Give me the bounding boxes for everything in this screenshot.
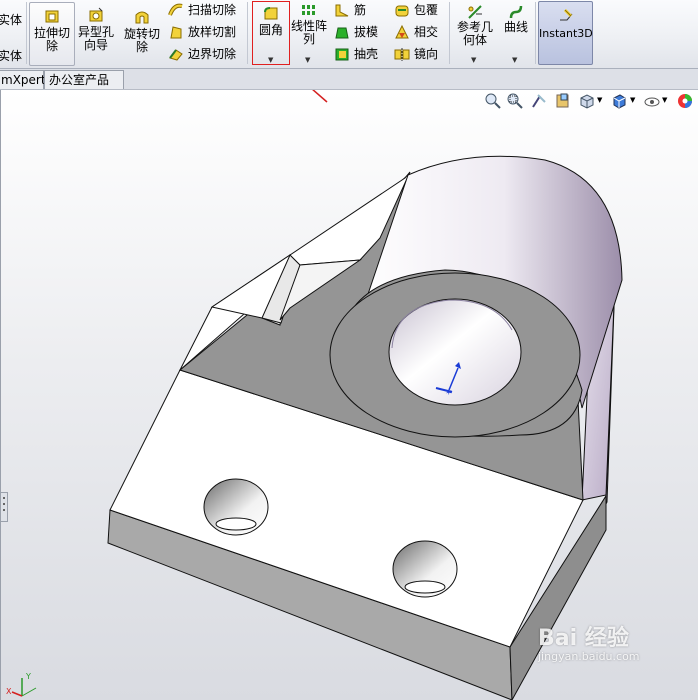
instant3d-toggle[interactable]: Instant3D [538, 1, 593, 65]
intersect-label: 相交 [414, 25, 439, 39]
baidu-watermark: Bai 经验 jingyan.baidu.com [538, 620, 698, 663]
curves-icon [508, 4, 524, 20]
reference-triad: Y X [6, 672, 37, 697]
graphics-area[interactable]: ▼ ▼ ▼ ✶ Y X Bai 经验 jingyan.baidu.com [0, 90, 698, 700]
draft-label: 拔模 [354, 25, 379, 39]
mirror-icon [394, 46, 410, 62]
instant3d-icon [558, 8, 574, 24]
watermark-subtext: jingyan.baidu.com [538, 650, 640, 663]
hole-wizard-label: 异型孔 向导 [77, 25, 114, 52]
boundary-cut-button[interactable]: 边界切除 [168, 44, 236, 64]
svg-text:✶: ✶ [445, 388, 453, 398]
part-model-3d[interactable]: ✶ Y X [0, 90, 698, 700]
hole-wizard-icon [88, 7, 104, 23]
curves-label: 曲线 [503, 20, 528, 34]
triad-x-label: X [6, 687, 12, 696]
base-hole-left [203, 478, 269, 536]
base-hole-right [392, 540, 458, 598]
lofted-cut-button[interactable]: 放样切割 [168, 22, 236, 42]
tab-simulationxpert[interactable]: mXpert [0, 70, 46, 89]
ribbon-separator [247, 2, 248, 64]
linear-pattern-label: 线性阵 列 [290, 19, 327, 46]
ribbon-separator [535, 2, 536, 64]
swept-cut-button[interactable]: 扫描切除 [168, 0, 236, 20]
revolve-cut-label: 旋转切 除 [123, 27, 160, 54]
swept-cut-label: 扫描切除 [188, 3, 237, 17]
annotation-arrow [312, 90, 328, 103]
rib-button[interactable]: 筋 [334, 0, 366, 20]
mirror-label: 镜向 [414, 47, 439, 61]
reference-geometry-icon [467, 4, 483, 20]
ribbon-separator [26, 2, 27, 64]
instant3d-label: Instant3D [539, 27, 593, 40]
lofted-cut-icon [168, 24, 184, 40]
curves-button[interactable]: 曲线 ▼ [500, 2, 532, 64]
ribbon-partial-label-1[interactable]: 实体 [0, 10, 22, 30]
reference-geometry-label: 参考几 何体 [456, 20, 493, 47]
wrap-label: 包覆 [414, 3, 439, 17]
lofted-cut-label: 放样切割 [188, 25, 237, 39]
intersect-icon [394, 24, 410, 40]
ribbon-partial-label-2[interactable]: 实体 [0, 46, 22, 66]
draft-button[interactable]: 拔模 [334, 22, 378, 42]
draft-icon [334, 24, 350, 40]
command-manager-tabs: mXpert 办公室产品 [0, 69, 698, 90]
linear-pattern-icon [301, 4, 317, 20]
wrap-icon [394, 2, 410, 18]
feature-ribbon: 实体 实体 拉伸切 除 异型孔 向导 旋转切 除 扫描切除 放样切割 边界切除 [0, 0, 698, 69]
hole-wizard-button[interactable]: 异型孔 向导 [76, 2, 116, 64]
revolve-cut-button[interactable]: 旋转切 除 [120, 2, 164, 64]
fillet-dropdown-icon[interactable]: ▼ [268, 54, 273, 67]
fillet-label: 圆角 [258, 23, 283, 37]
rib-label: 筋 [354, 3, 367, 17]
boss-bore [388, 298, 522, 406]
reference-geometry-dropdown-icon[interactable]: ▼ [471, 54, 476, 67]
triad-y-label: Y [25, 672, 31, 681]
linear-pattern-dropdown-icon[interactable]: ▼ [305, 54, 310, 67]
fillet-button[interactable]: 圆角 ▼ [252, 1, 290, 65]
shell-label: 抽壳 [354, 47, 379, 61]
wrap-button[interactable]: 包覆 [394, 0, 438, 20]
boundary-cut-icon [168, 46, 184, 62]
mirror-button[interactable]: 镜向 [394, 44, 438, 64]
intersect-button[interactable]: 相交 [394, 22, 438, 42]
ribbon-separator [449, 2, 450, 64]
extrude-cut-label: 拉伸切 除 [33, 26, 70, 53]
rib-icon [334, 2, 350, 18]
fillet-icon [263, 5, 279, 21]
boundary-cut-label: 边界切除 [188, 47, 237, 61]
shell-icon [334, 46, 350, 62]
swept-cut-icon [168, 2, 184, 18]
curves-dropdown-icon[interactable]: ▼ [512, 54, 517, 67]
revolve-cut-icon [134, 9, 150, 25]
extrude-cut-icon [44, 8, 60, 24]
shell-button[interactable]: 抽壳 [334, 44, 378, 64]
tab-office-products[interactable]: 办公室产品 [44, 70, 124, 89]
extrude-cut-button[interactable]: 拉伸切 除 [29, 2, 75, 66]
linear-pattern-button[interactable]: 线性阵 列 ▼ [290, 2, 328, 64]
reference-geometry-button[interactable]: 参考几 何体 ▼ [454, 2, 496, 64]
watermark-text: Bai 经验 [538, 626, 629, 651]
